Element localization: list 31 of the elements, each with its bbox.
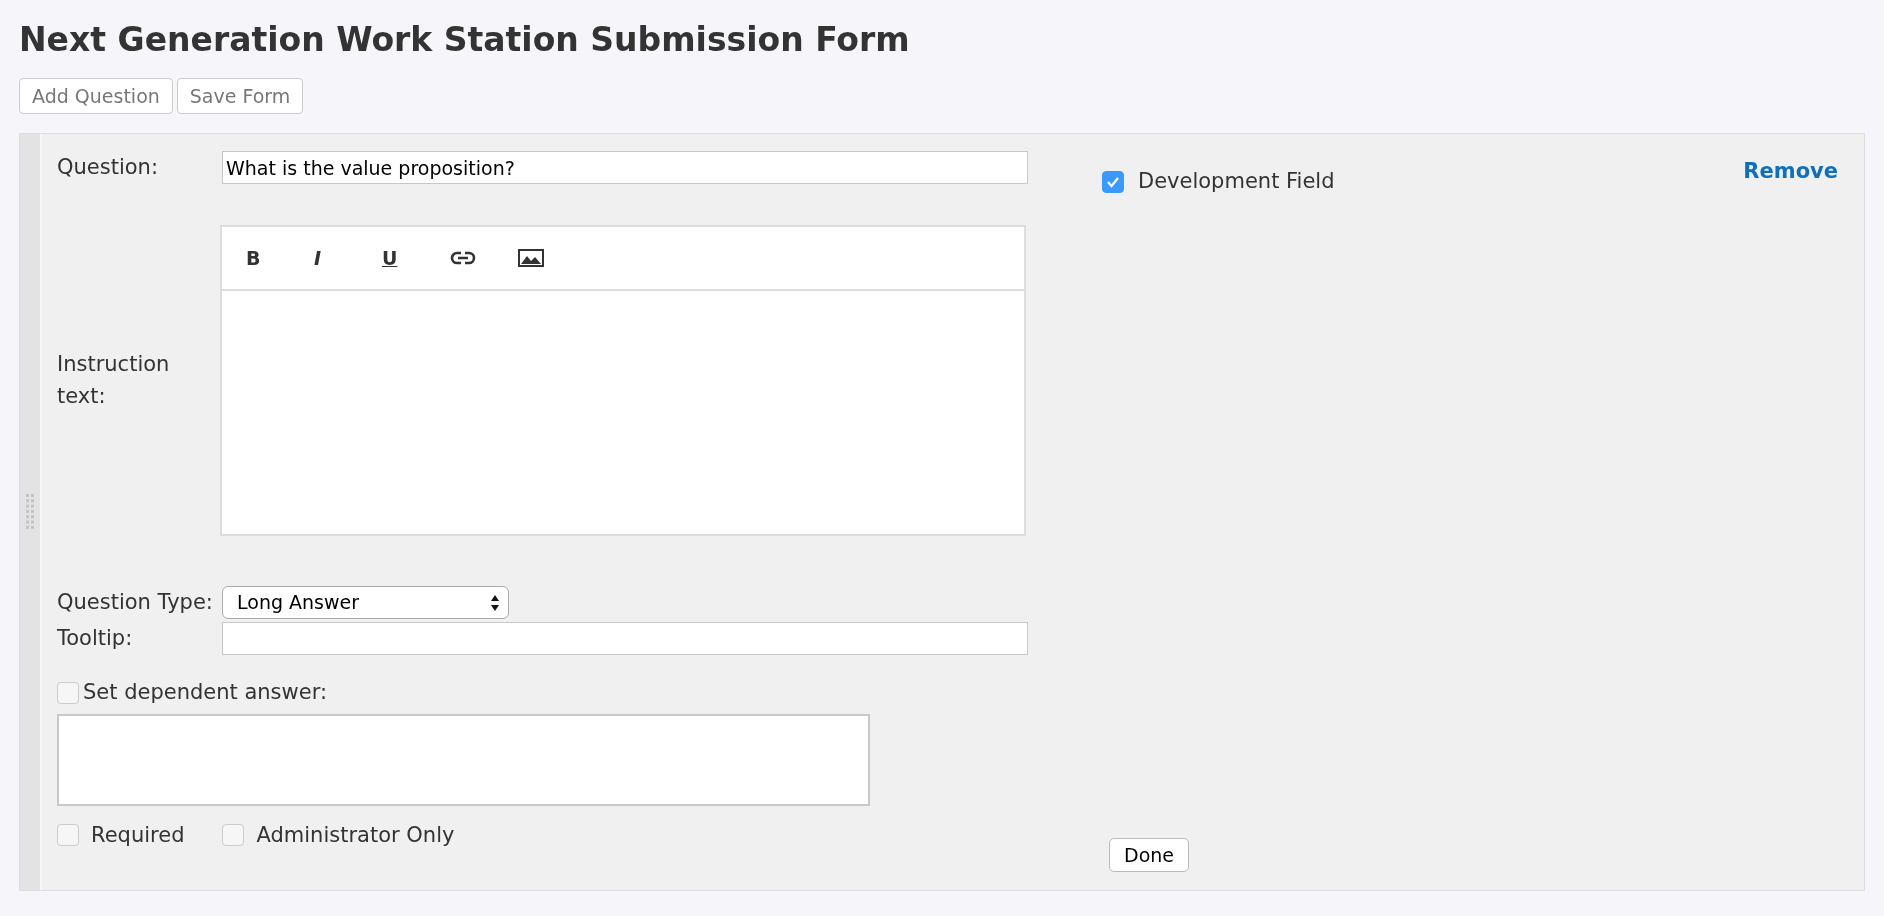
grip-icon — [25, 493, 35, 532]
dropdown-arrows-icon — [490, 593, 500, 612]
tooltip-label: Tooltip: — [57, 624, 134, 652]
checkbox[interactable] — [57, 824, 79, 847]
checkbox[interactable] — [1102, 170, 1124, 193]
question-label: Question: — [57, 153, 159, 181]
checkmark-icon — [1106, 175, 1120, 188]
instruction-label: Instruction text: — [57, 351, 171, 410]
rich-text-editor[interactable]: B I U — [220, 225, 1026, 537]
image-icon — [518, 249, 544, 268]
remove-link[interactable]: Remove — [1743, 156, 1838, 188]
development-field-label: Development Field — [1138, 168, 1335, 196]
option-label: Required — [91, 821, 185, 849]
page-title: Next Generation Work Station Submission Form — [19, 20, 911, 60]
drag-handle[interactable] — [20, 134, 42, 891]
link-icon — [450, 251, 476, 266]
tooltip-field[interactable] — [222, 622, 1028, 656]
checkbox[interactable] — [57, 681, 79, 704]
done-button[interactable]: Done — [1109, 837, 1189, 873]
bold-button[interactable]: B — [240, 243, 308, 274]
italic-button[interactable]: I — [308, 243, 376, 274]
question-type-label: Question Type: — [57, 588, 214, 616]
dependent-answer-field[interactable] — [57, 713, 870, 806]
checkbox[interactable] — [222, 824, 245, 847]
dependent-answer-label: Set dependent answer: — [83, 679, 327, 707]
option-label: Administrator Only — [256, 821, 455, 849]
underline-button[interactable]: U — [376, 243, 444, 274]
question-type-select[interactable]: Long Answer — [222, 586, 509, 620]
question-field[interactable]: What is the value proposition? — [222, 151, 1028, 185]
save-form-button[interactable]: Save Form — [176, 77, 304, 115]
add-question-button[interactable]: Add Question — [19, 77, 173, 115]
